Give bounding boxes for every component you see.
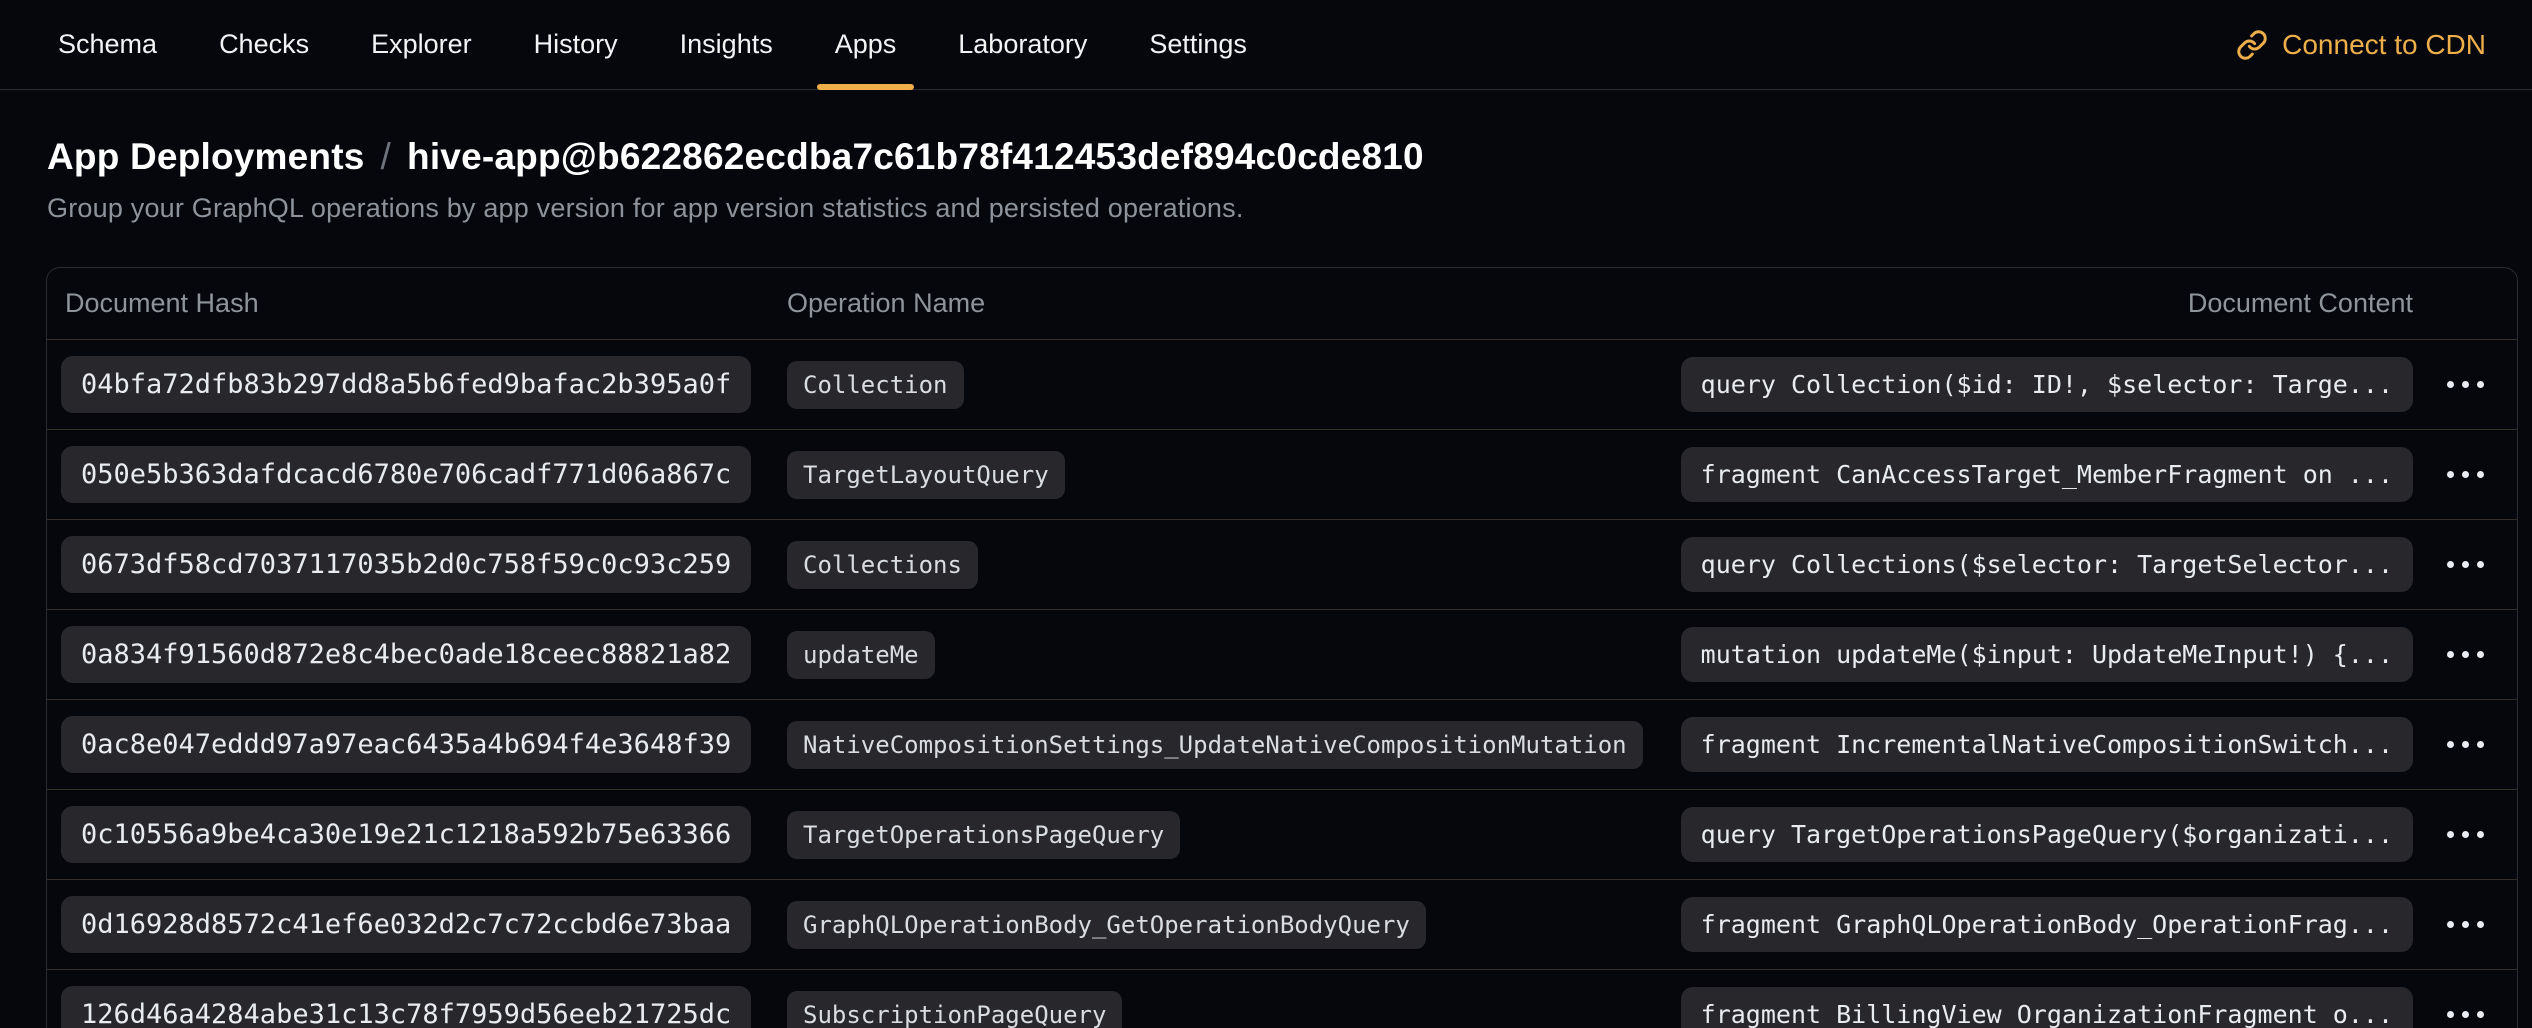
row-menu-button[interactable] — [2437, 729, 2494, 760]
nav-tabs: Schema Checks Explorer History Insights … — [40, 0, 1265, 89]
page-subtitle: Group your GraphQL operations by app ver… — [47, 193, 2486, 224]
documents-table: Document Hash Operation Name Document Co… — [46, 267, 2518, 1028]
document-hash: 0673df58cd7037117035b2d0c758f59c0c93c259 — [61, 536, 751, 593]
document-content: query Collections($selector: TargetSelec… — [1681, 537, 2413, 592]
connect-to-cdn-label: Connect to CDN — [2282, 29, 2486, 61]
table-row: 050e5b363dafdcacd6780e706cadf771d06a867c… — [47, 430, 2517, 520]
row-menu-button[interactable] — [2437, 639, 2494, 670]
tab-laboratory[interactable]: Laboratory — [940, 0, 1105, 89]
document-hash: 0ac8e047eddd97a97eac6435a4b694f4e3648f39 — [61, 716, 751, 773]
ellipsis-icon — [2447, 561, 2454, 568]
tab-label: Insights — [680, 29, 773, 60]
connect-to-cdn-button[interactable]: Connect to CDN — [2236, 0, 2486, 89]
tab-label: Settings — [1149, 29, 1247, 60]
tab-schema[interactable]: Schema — [40, 0, 175, 89]
tab-history[interactable]: History — [516, 0, 636, 89]
tab-label: Laboratory — [958, 29, 1087, 60]
tab-label: Checks — [219, 29, 309, 60]
table-row: 0a834f91560d872e8c4bec0ade18ceec88821a82… — [47, 610, 2517, 700]
document-content: fragment BillingView_OrganizationFragmen… — [1681, 987, 2413, 1028]
top-nav: Schema Checks Explorer History Insights … — [0, 0, 2532, 90]
row-menu-button[interactable] — [2437, 909, 2494, 940]
breadcrumb-app-deployments[interactable]: App Deployments — [47, 136, 365, 178]
ellipsis-icon — [2447, 831, 2454, 838]
tab-checks[interactable]: Checks — [201, 0, 327, 89]
breadcrumb-separator: / — [381, 136, 391, 178]
table-row: 04bfa72dfb83b297dd8a5b6fed9bafac2b395a0f… — [47, 340, 2517, 430]
table-row: 0673df58cd7037117035b2d0c758f59c0c93c259… — [47, 520, 2517, 610]
ellipsis-icon — [2447, 651, 2454, 658]
document-content: fragment GraphQLOperationBody_OperationF… — [1681, 897, 2413, 952]
page-title: App Deployments / hive-app@b622862ecdba7… — [47, 136, 2486, 178]
document-content: query TargetOperationsPageQuery($organiz… — [1681, 807, 2413, 862]
table-row: 0ac8e047eddd97a97eac6435a4b694f4e3648f39… — [47, 700, 2517, 790]
row-menu-button[interactable] — [2437, 369, 2494, 400]
table-row: 0c10556a9be4ca30e19e21c1218a592b75e63366… — [47, 790, 2517, 880]
operation-name: updateMe — [787, 631, 935, 679]
ellipsis-icon — [2447, 1011, 2454, 1018]
operation-name: SubscriptionPageQuery — [787, 991, 1122, 1028]
document-hash: 126d46a4284abe31c13c78f7959d56eeb21725dc — [61, 986, 751, 1028]
row-menu-button[interactable] — [2437, 819, 2494, 850]
deployment-name: hive-app@b622862ecdba7c61b78f412453def89… — [407, 136, 1424, 178]
link-icon — [2236, 29, 2268, 61]
document-content: fragment CanAccessTarget_MemberFragment … — [1681, 447, 2413, 502]
operation-name: TargetLayoutQuery — [787, 451, 1065, 499]
active-tab-indicator — [817, 84, 915, 90]
document-hash: 0d16928d8572c41ef6e032d2c7c72ccbd6e73baa — [61, 896, 751, 953]
document-hash: 0c10556a9be4ca30e19e21c1218a592b75e63366 — [61, 806, 751, 863]
app-deployments-page: Schema Checks Explorer History Insights … — [0, 0, 2532, 1028]
row-menu-button[interactable] — [2437, 459, 2494, 490]
tab-apps[interactable]: Apps — [817, 0, 915, 89]
tab-label: Apps — [835, 29, 897, 60]
tab-explorer[interactable]: Explorer — [353, 0, 490, 89]
operation-name: Collection — [787, 361, 964, 409]
row-menu-button[interactable] — [2437, 999, 2494, 1028]
tab-label: Schema — [58, 29, 157, 60]
column-header-document-hash: Document Hash — [47, 288, 787, 319]
operation-name: GraphQLOperationBody_GetOperationBodyQue… — [787, 901, 1426, 949]
ellipsis-icon — [2447, 471, 2454, 478]
table-row: 126d46a4284abe31c13c78f7959d56eeb21725dc… — [47, 970, 2517, 1028]
ellipsis-icon — [2447, 921, 2454, 928]
operation-name: Collections — [787, 541, 978, 589]
ellipsis-icon — [2447, 381, 2454, 388]
document-content: query Collection($id: ID!, $selector: Ta… — [1681, 357, 2413, 412]
table-row: 0d16928d8572c41ef6e032d2c7c72ccbd6e73baa… — [47, 880, 2517, 970]
tab-insights[interactable]: Insights — [662, 0, 791, 89]
row-menu-button[interactable] — [2437, 549, 2494, 580]
document-content: fragment IncrementalNativeCompositionSwi… — [1681, 717, 2413, 772]
document-content: mutation updateMe($input: UpdateMeInput!… — [1681, 627, 2413, 682]
document-hash: 050e5b363dafdcacd6780e706cadf771d06a867c — [61, 446, 751, 503]
operation-name: NativeCompositionSettings_UpdateNativeCo… — [787, 721, 1643, 769]
column-header-operation-name: Operation Name — [787, 288, 2188, 319]
column-header-document-content: Document Content — [2188, 288, 2413, 319]
page-header: App Deployments / hive-app@b622862ecdba7… — [0, 90, 2532, 224]
table-header-row: Document Hash Operation Name Document Co… — [47, 268, 2517, 340]
tab-settings[interactable]: Settings — [1131, 0, 1265, 89]
operation-name: TargetOperationsPageQuery — [787, 811, 1180, 859]
ellipsis-icon — [2447, 741, 2454, 748]
tab-label: History — [534, 29, 618, 60]
document-hash: 04bfa72dfb83b297dd8a5b6fed9bafac2b395a0f — [61, 356, 751, 413]
document-hash: 0a834f91560d872e8c4bec0ade18ceec88821a82 — [61, 626, 751, 683]
tab-label: Explorer — [371, 29, 472, 60]
